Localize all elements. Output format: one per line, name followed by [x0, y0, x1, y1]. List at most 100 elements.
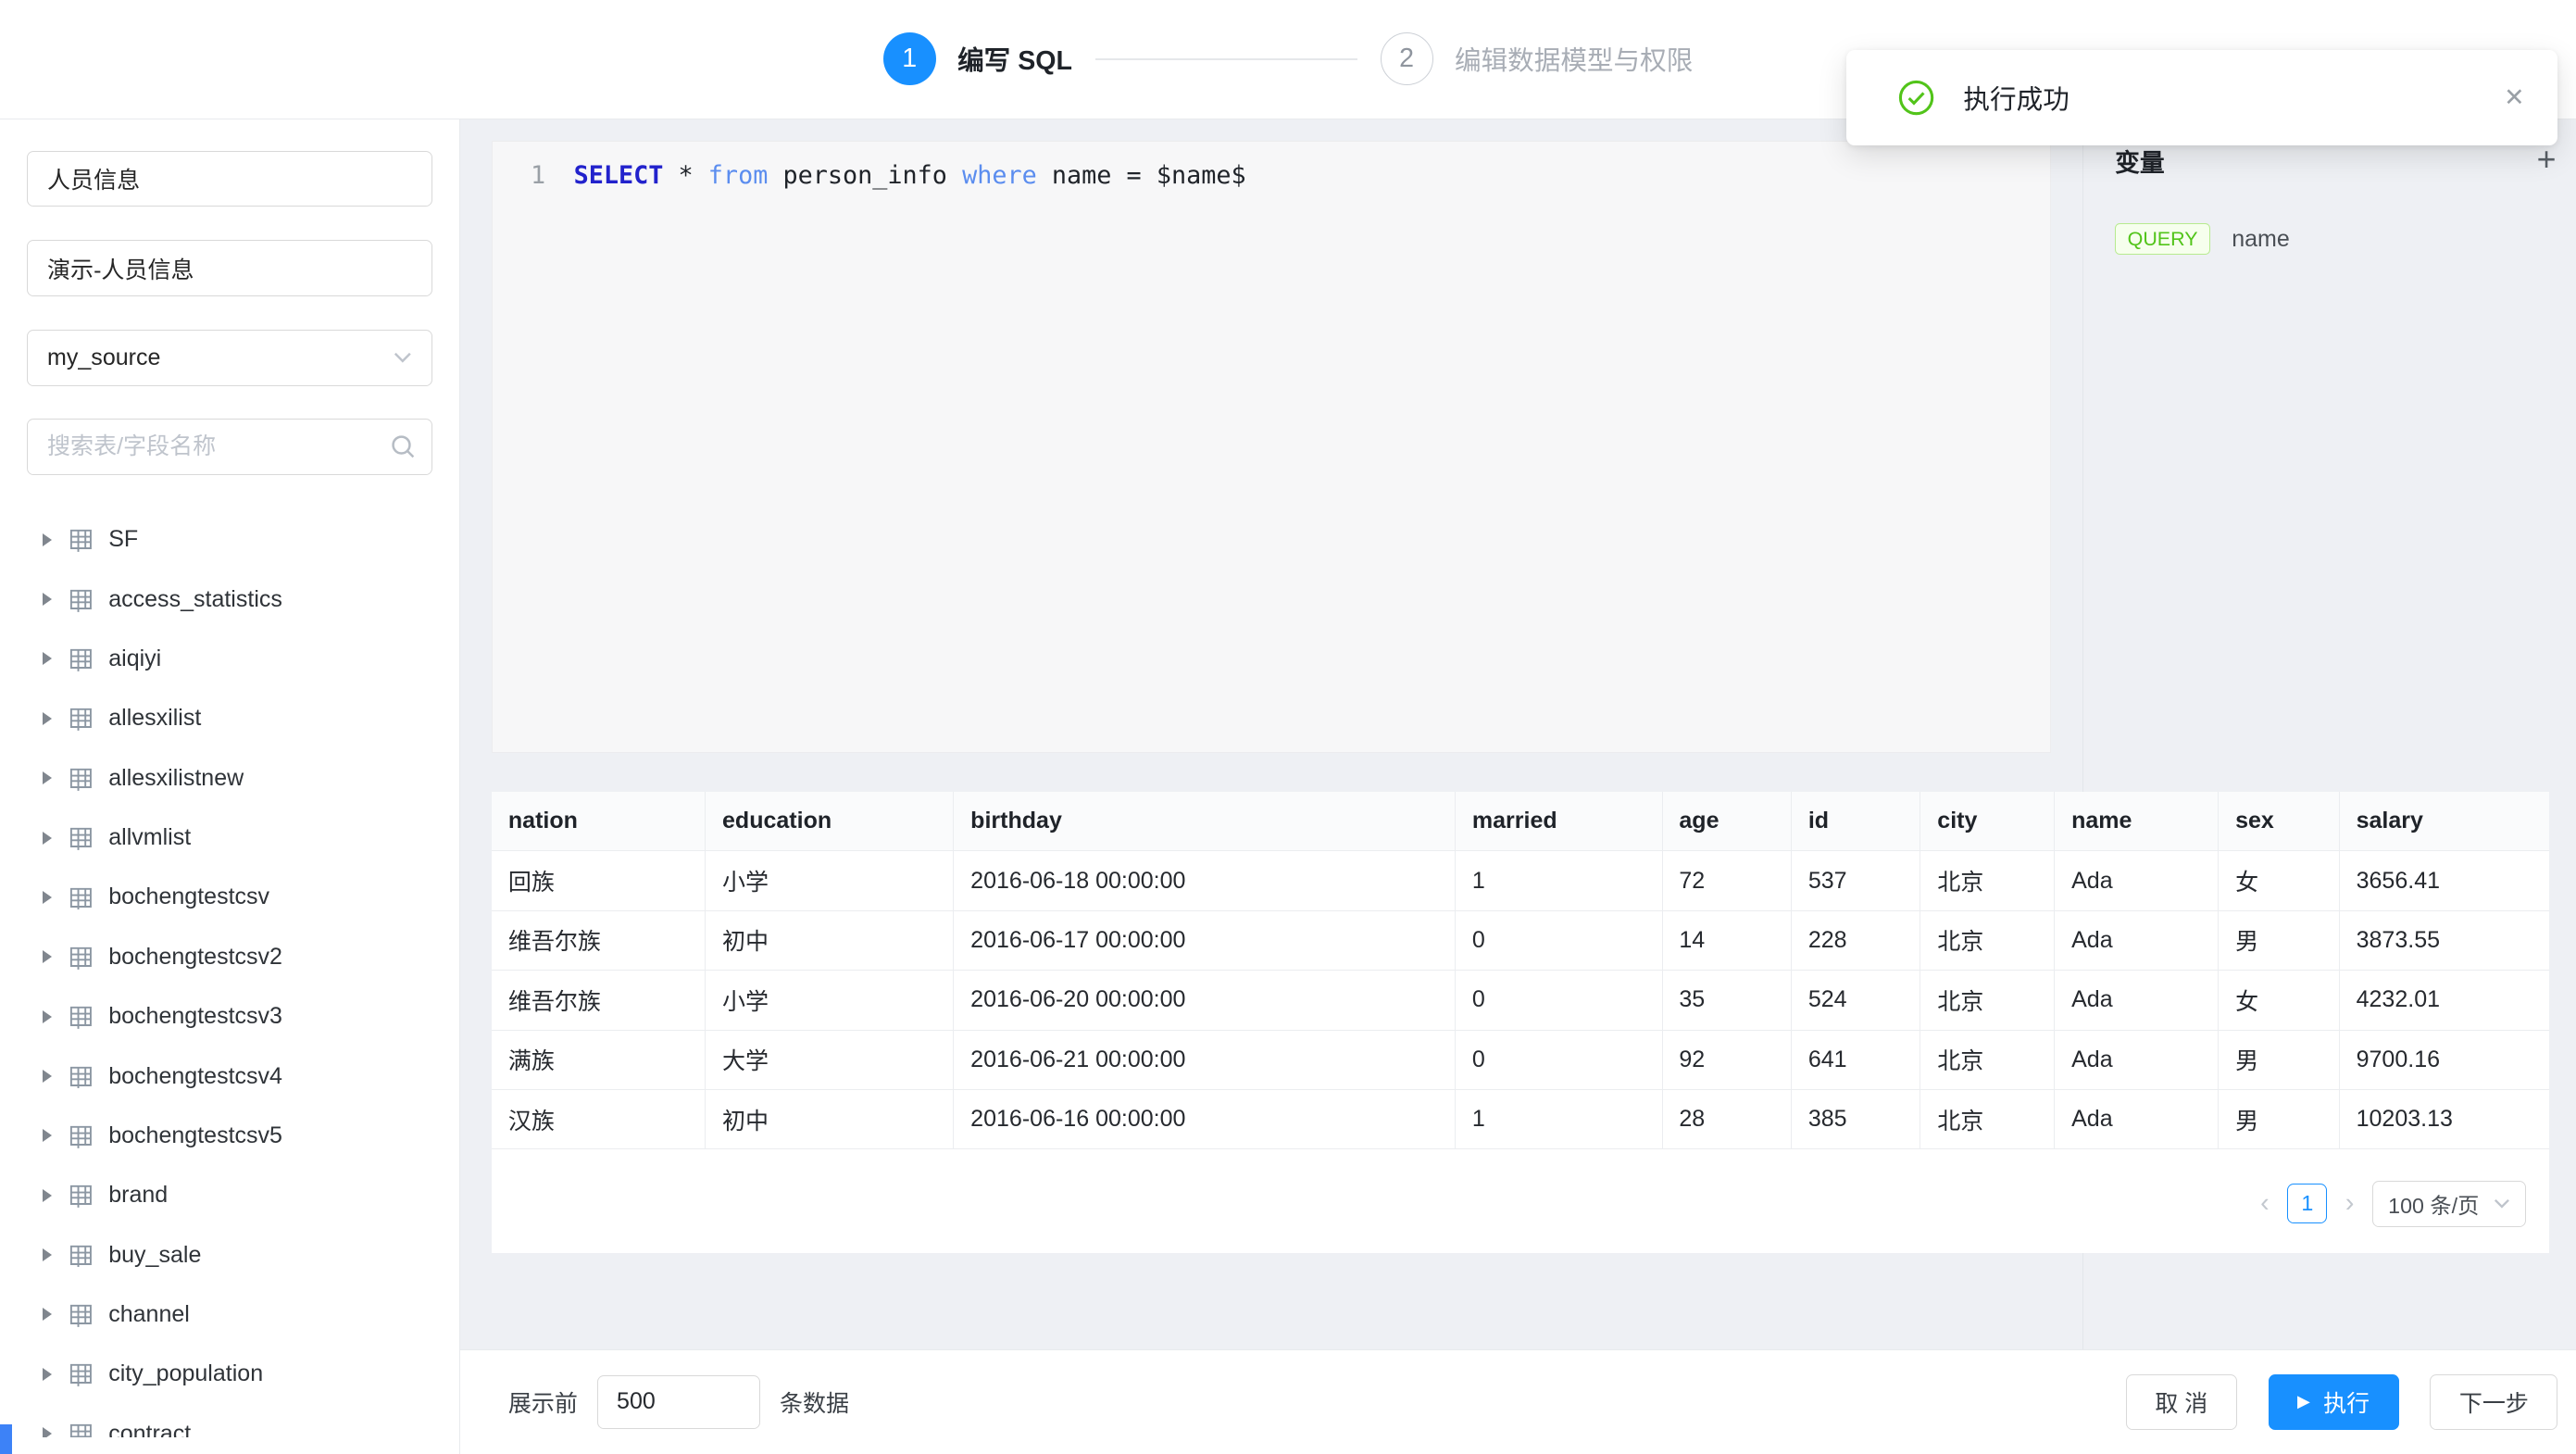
tree-item-channel[interactable]: channel [27, 1285, 433, 1344]
table-icon [69, 885, 94, 910]
tree-item-label: allesxilist [108, 705, 201, 732]
table-cell: 大学 [706, 1030, 954, 1089]
tree-item-label: city_population [108, 1360, 263, 1387]
current-page-button[interactable]: 1 [2287, 1184, 2327, 1223]
tree-item-city_population[interactable]: city_population [27, 1345, 433, 1404]
tree-item-bochengtestcsv3[interactable]: bochengtestcsv3 [27, 986, 433, 1046]
step-edit-model[interactable]: 2 编辑数据模型与权限 [1381, 32, 1694, 85]
dataset-title-input[interactable] [27, 240, 433, 296]
tree-item-allesxilistnew[interactable]: allesxilistnew [27, 748, 433, 808]
datasource-select-value: my_source [47, 345, 160, 371]
step-write-sql[interactable]: 1 编写 SQL [883, 32, 1072, 85]
close-icon[interactable]: ✕ [2504, 83, 2524, 112]
caret-right-icon[interactable] [43, 1368, 52, 1381]
table-search [27, 419, 433, 475]
tree-item-label: aiqiyi [108, 646, 161, 672]
table-cell: 0 [1456, 910, 1662, 970]
table-cell: 男 [2219, 910, 2340, 970]
add-variable-icon[interactable]: + [2537, 144, 2557, 177]
sql-code: SELECT * from person_info where name = $… [574, 161, 1246, 190]
caret-right-icon[interactable] [43, 1248, 52, 1261]
table-cell: 北京 [1920, 971, 2055, 1030]
table-row: 满族大学2016-06-21 00:00:00092641北京Ada男9700.… [492, 1030, 2549, 1089]
caret-right-icon[interactable] [43, 950, 52, 963]
tree-item-label: channel [108, 1301, 190, 1328]
table-row: 回族小学2016-06-18 00:00:00172537北京Ada女3656.… [492, 851, 2549, 910]
caret-right-icon[interactable] [43, 1308, 52, 1321]
column-header-education: education [706, 792, 954, 851]
column-header-salary: salary [2339, 792, 2549, 851]
next-step-button[interactable]: 下一步 [2430, 1374, 2557, 1431]
execute-button[interactable]: ▶ 执行 [2269, 1374, 2399, 1431]
table-cell: 满族 [492, 1030, 706, 1089]
caret-right-icon[interactable] [43, 1189, 52, 1202]
step-1-number: 1 [883, 32, 936, 85]
tree-item-bochengtestcsv5[interactable]: bochengtestcsv5 [27, 1106, 433, 1165]
tree-item-contract[interactable]: contract [27, 1404, 433, 1437]
scrollbar-thumb[interactable] [0, 1424, 12, 1454]
page-size-select[interactable]: 100 条/页 [2372, 1181, 2526, 1227]
page-size-value: 100 条/页 [2388, 1188, 2479, 1220]
table-cell: 维吾尔族 [492, 910, 706, 970]
step-divider [1095, 58, 1357, 60]
caret-right-icon[interactable] [43, 832, 52, 845]
column-header-married: married [1456, 792, 1662, 851]
row-limit-input[interactable] [597, 1375, 759, 1428]
tree-item-aiqiyi[interactable]: aiqiyi [27, 629, 433, 688]
tree-item-label: bochengtestcsv4 [108, 1063, 282, 1090]
tree-item-label: bochengtestcsv [108, 884, 269, 910]
tree-item-access_statistics[interactable]: access_statistics [27, 570, 433, 629]
datasource-select[interactable]: my_source [27, 330, 433, 386]
table-row: 维吾尔族初中2016-06-17 00:00:00014228北京Ada男387… [492, 910, 2549, 970]
tree-item-bochengtestcsv4[interactable]: bochengtestcsv4 [27, 1047, 433, 1106]
tree-item-brand[interactable]: brand [27, 1166, 433, 1225]
next-page-button[interactable]: › [2341, 1188, 2359, 1219]
table-cell: 0 [1456, 1030, 1662, 1089]
table-cell: 汉族 [492, 1089, 706, 1148]
action-buttons: 取 消 ▶ 执行 下一步 [2126, 1374, 2557, 1431]
variables-header: 变量 + [2115, 143, 2556, 179]
tree-item-buy_sale[interactable]: buy_sale [27, 1225, 433, 1285]
tree-item-allesxilist[interactable]: allesxilist [27, 689, 433, 748]
table-cell: Ada [2055, 1030, 2219, 1089]
tree-item-allvmlist[interactable]: allvmlist [27, 808, 433, 867]
caret-right-icon[interactable] [43, 533, 52, 546]
search-input[interactable] [27, 419, 433, 475]
caret-right-icon[interactable] [43, 652, 52, 665]
code-token: from [708, 161, 769, 190]
table-cell: 北京 [1920, 851, 2055, 910]
dataset-name-input[interactable] [27, 151, 433, 207]
table-cell: 4232.01 [2339, 971, 2549, 1030]
tree-item-SF[interactable]: SF [27, 510, 433, 570]
caret-right-icon[interactable] [43, 1427, 52, 1437]
prev-page-button[interactable]: ‹ [2256, 1188, 2274, 1219]
code-token: SELECT [574, 161, 664, 190]
caret-right-icon[interactable] [43, 712, 52, 725]
column-header-name: name [2055, 792, 2219, 851]
table-cell: 35 [1662, 971, 1791, 1030]
sql-editor[interactable]: 1 SELECT * from person_info where name =… [492, 141, 2051, 754]
caret-right-icon[interactable] [43, 771, 52, 784]
table-cell: 小学 [706, 971, 954, 1030]
column-header-city: city [1920, 792, 2055, 851]
tree-item-bochengtestcsv2[interactable]: bochengtestcsv2 [27, 927, 433, 986]
caret-right-icon[interactable] [43, 1010, 52, 1023]
caret-right-icon[interactable] [43, 891, 52, 904]
table-cell: 385 [1791, 1089, 1919, 1148]
tree-item-label: SF [108, 526, 138, 553]
table-cell: 1 [1456, 851, 1662, 910]
tree-item-label: allesxilistnew [108, 765, 244, 792]
cancel-button[interactable]: 取 消 [2126, 1374, 2237, 1431]
tree-item-label: bochengtestcsv3 [108, 1003, 282, 1030]
bottom-bar: 展示前 条数据 取 消 ▶ 执行 下一步 [460, 1349, 2576, 1454]
table-icon [69, 1243, 94, 1268]
play-icon: ▶ [2297, 1394, 2310, 1410]
table-cell: 3656.41 [2339, 851, 2549, 910]
caret-right-icon[interactable] [43, 1129, 52, 1142]
tree-item-bochengtestcsv[interactable]: bochengtestcsv [27, 868, 433, 927]
caret-right-icon[interactable] [43, 1070, 52, 1083]
table-icon [69, 706, 94, 731]
table-icon [69, 1123, 94, 1148]
caret-right-icon[interactable] [43, 593, 52, 606]
variables-title: 变量 [2115, 143, 2165, 179]
